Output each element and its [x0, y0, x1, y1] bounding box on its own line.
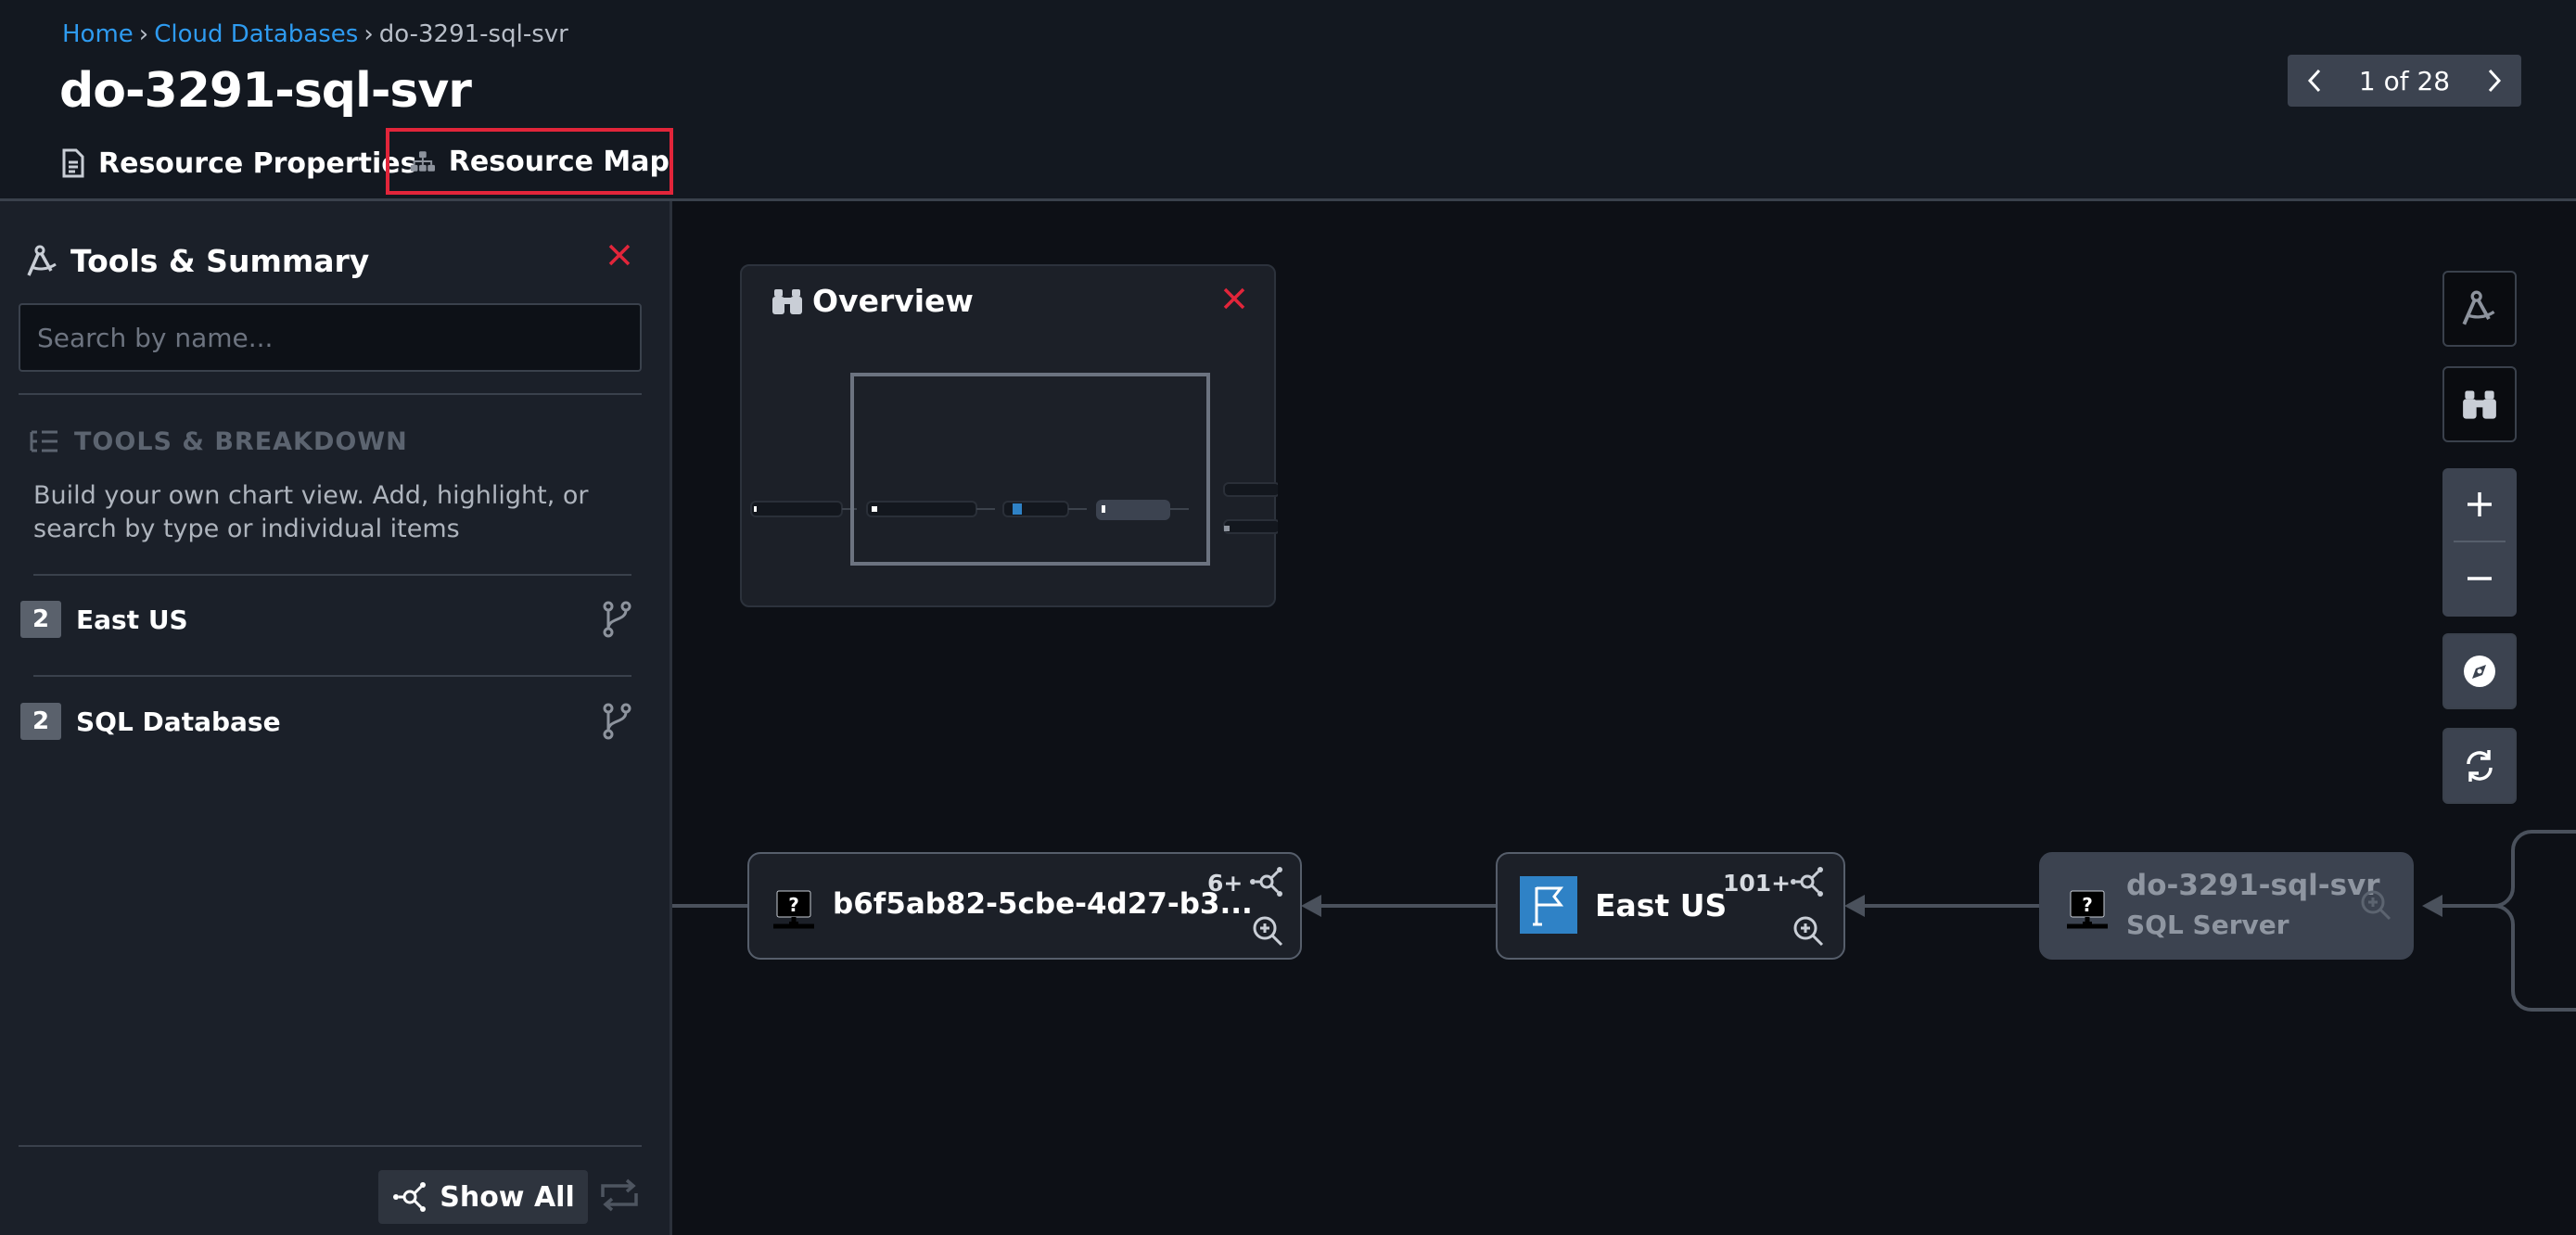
divider	[33, 574, 631, 576]
zoom-controls	[2442, 468, 2517, 617]
tab-label: Resource Map	[448, 145, 670, 178]
branch-icon[interactable]	[601, 601, 632, 638]
breakdown-label: East US	[76, 604, 188, 635]
magnify-plus-icon	[1793, 916, 1824, 947]
panel-title: Tools & Summary	[26, 243, 369, 279]
document-icon	[62, 148, 84, 178]
refresh-button[interactable]	[2442, 728, 2517, 804]
map-node-sql-server-selected[interactable]: ? do-3291-sql-svr SQL Server	[2039, 852, 2414, 960]
count-badge: 2	[20, 703, 61, 740]
connection-count: 101+	[1723, 870, 1792, 897]
record-pager: 1 of 28	[2288, 55, 2521, 107]
expand-connections-button[interactable]	[1248, 865, 1285, 902]
refresh-icon	[2467, 750, 2493, 782]
breadcrumb: Home › Cloud Databases › do-3291-sql-svr	[62, 20, 568, 48]
magnify-plus-icon	[1253, 916, 1283, 947]
show-all-button[interactable]: Show All	[378, 1170, 588, 1224]
breadcrumb-separator: ›	[138, 20, 149, 48]
close-icon	[608, 244, 631, 266]
network-icon	[393, 1182, 427, 1212]
close-panel-button[interactable]	[607, 243, 631, 271]
reset-layout-button[interactable]	[597, 1178, 642, 1216]
recenter-button[interactable]	[2442, 633, 2517, 709]
next-record-button[interactable]	[2468, 55, 2521, 107]
svg-text:?: ?	[788, 894, 799, 916]
zoom-to-node-button[interactable]	[1792, 915, 1824, 950]
breakdown-item-sql-database[interactable]: 2 SQL Database	[20, 698, 632, 745]
node-label: b6f5ab82-5cbe-4d27-b3...	[833, 887, 1253, 921]
zoom-to-node-button[interactable]	[2360, 889, 2391, 924]
connection-count: 6+	[1207, 870, 1243, 897]
tools-summary-panel: Tools & Summary TOOLS & BREAKDOWN Build …	[0, 201, 672, 1235]
branch-icon[interactable]	[601, 703, 632, 740]
node-sublabel: SQL Server	[2126, 910, 2289, 940]
compass-icon	[2464, 656, 2495, 687]
breadcrumb-current: do-3291-sql-svr	[378, 20, 568, 48]
tab-resource-map[interactable]: Resource Map	[386, 128, 673, 195]
section-heading: TOOLS & BREAKDOWN	[30, 427, 408, 456]
tab-resource-properties[interactable]: Resource Properties	[61, 130, 416, 197]
breakdown-item-east-us[interactable]: 2 East US	[20, 596, 632, 643]
divider	[19, 1145, 642, 1147]
map-node-resource[interactable]: ? b6f5ab82-5cbe-4d27-b3... 6+	[747, 852, 1302, 960]
chevron-left-icon	[2307, 69, 2321, 93]
expand-connections-button[interactable]	[1789, 865, 1826, 902]
panel-title-text: Tools & Summary	[70, 243, 370, 279]
binoculars-icon	[2463, 390, 2496, 419]
overview-toggle-button[interactable]	[2442, 366, 2517, 442]
breadcrumb-cloud-databases-link[interactable]: Cloud Databases	[154, 20, 358, 48]
breadcrumb-separator: ›	[363, 20, 374, 48]
drafting-compass-icon	[2462, 290, 2495, 325]
previous-record-button[interactable]	[2288, 55, 2341, 107]
show-all-label: Show All	[440, 1180, 575, 1214]
zoom-to-node-button[interactable]	[1252, 915, 1283, 950]
breakdown-label: SQL Database	[76, 706, 281, 737]
unknown-resource-icon: ?	[2063, 889, 2111, 934]
divider	[33, 675, 631, 677]
zoom-in-button[interactable]	[2442, 468, 2517, 541]
breadcrumb-home-link[interactable]: Home	[62, 20, 134, 48]
svg-text:?: ?	[2082, 894, 2093, 916]
page-title: do-3291-sql-svr	[59, 63, 472, 119]
region-flag-icon	[1520, 876, 1577, 934]
list-tree-icon	[30, 430, 57, 452]
chevron-right-icon	[2488, 69, 2502, 93]
section-heading-text: TOOLS & BREAKDOWN	[74, 427, 408, 456]
plus-icon	[2468, 492, 2492, 516]
minimap-viewport[interactable]	[850, 373, 1210, 566]
pager-text: 1 of 28	[2358, 65, 2451, 96]
zoom-out-button[interactable]	[2442, 542, 2517, 615]
tab-label: Resource Properties	[98, 146, 417, 180]
page-header: Home › Cloud Databases › do-3291-sql-svr do-…	[0, 0, 2576, 201]
unknown-resource-icon: ?	[770, 889, 818, 934]
repeat-icon	[601, 1178, 638, 1212]
magnify-plus-icon	[2361, 890, 2391, 921]
count-badge: 2	[20, 601, 61, 638]
network-icon	[1250, 867, 1282, 897]
hierarchy-icon	[410, 151, 436, 172]
tools-toggle-button[interactable]	[2442, 271, 2517, 347]
node-label: do-3291-sql-svr	[2126, 869, 2380, 902]
search-input[interactable]	[19, 303, 642, 372]
section-description: Build your own chart view. Add, highligh…	[33, 481, 589, 543]
map-node-region[interactable]: East US 101+	[1496, 852, 1845, 960]
network-icon	[1791, 867, 1823, 897]
drafting-compass-icon	[27, 245, 57, 276]
divider	[19, 393, 642, 395]
minus-icon	[2468, 577, 2492, 580]
overview-minimap: Overview	[740, 264, 1278, 607]
node-label: East US	[1595, 887, 1728, 923]
